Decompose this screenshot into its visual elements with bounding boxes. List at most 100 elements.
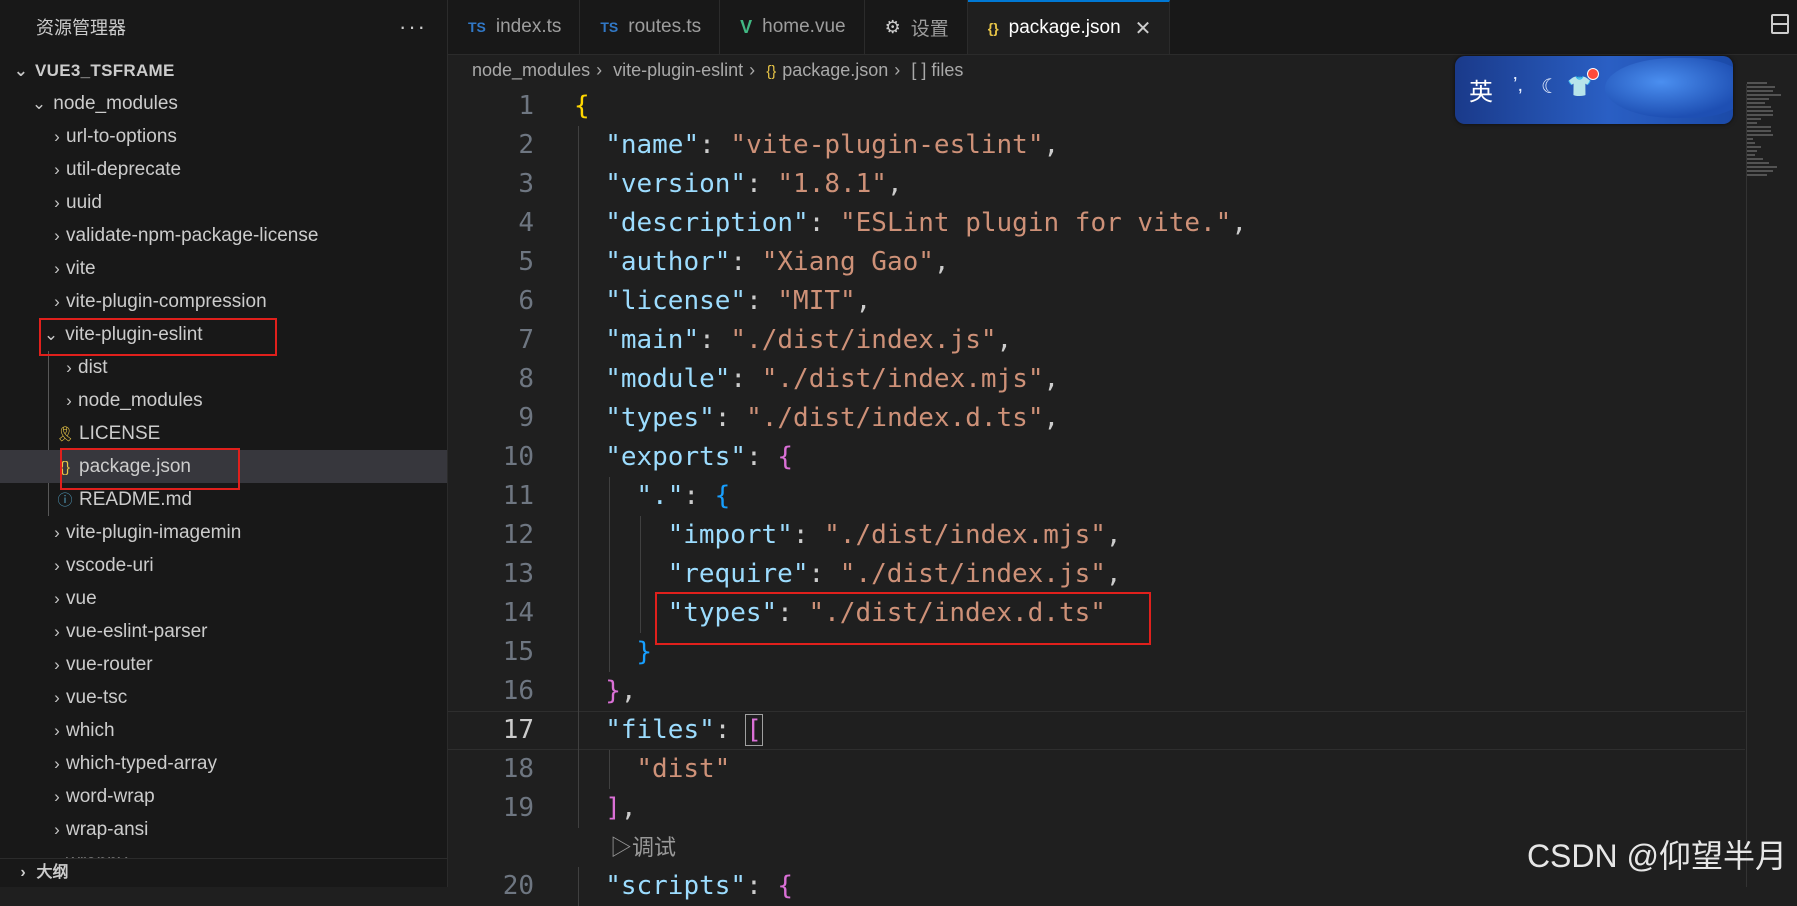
code-line[interactable]: 3 "version": "1.8.1", [448,165,1745,204]
tree-item-label: vite-plugin-eslint [65,324,203,345]
tree-folder-item[interactable]: › which [0,714,447,747]
tab-home-vue[interactable]: V home.vue [720,0,865,54]
line-number: 8 [518,364,534,394]
minimap-line [1747,146,1761,148]
indent-guide [640,555,642,594]
tree-file-item[interactable]: {} package.json [0,450,447,483]
json-key: "scripts" [605,871,747,901]
breadcrumb-item[interactable]: files [931,60,963,80]
tree-folder-item[interactable]: › vite-plugin-compression [0,285,447,318]
json-string: "Xiang Gao" [761,247,934,277]
moon-icon[interactable]: ☾ [1541,74,1559,99]
code-line[interactable]: 5 "author": "Xiang Gao", [448,243,1745,282]
tree-folder-item[interactable]: › url-to-options [0,120,447,153]
minimap-line [1747,106,1771,108]
tree-folder-item[interactable]: › vue-eslint-parser [0,615,447,648]
tree-folder-item[interactable]: › vue-tsc [0,681,447,714]
tab-index-ts[interactable]: TS index.ts [448,0,581,54]
bracket-token: { [777,442,794,472]
tree-folder-item[interactable]: › vue-router [0,648,447,681]
tree-file-item[interactable]: ⓘ README.md [0,483,447,516]
file-tree: ⌄ VUE3_TSFRAME ⌄ node_modules › url-to-op… [0,54,447,879]
code-line[interactable]: 10 "exports": { [448,438,1745,477]
code-line[interactable]: 17 "files": [ [448,711,1745,750]
breadcrumb-item[interactable]: vite-plugin-eslint [613,60,743,80]
json-string: "./dist/index.js" [730,325,997,355]
tree-folder-item[interactable]: › vscode-uri [0,549,447,582]
tree-folder-item[interactable]: › vue [0,582,447,615]
tree-folder-node-modules[interactable]: ⌄ node_modules [0,87,447,120]
code-line[interactable]: 13 "require": "./dist/index.js", [448,555,1745,594]
minimap-line [1747,154,1755,156]
vue-icon: V [740,16,753,37]
line-number: 13 [502,559,534,589]
line-number: 6 [518,286,534,316]
code-line[interactable]: 11 ".": { [448,477,1745,516]
code-line[interactable]: 12 "import": "./dist/index.mjs", [448,516,1745,555]
chevron-right-icon: › [54,523,60,542]
close-icon[interactable]: ✕ [1135,16,1152,41]
tree-folder-item[interactable]: › wrap-ansi [0,813,447,846]
code-line[interactable]: 16}, [448,672,1745,711]
tree-folder-item[interactable]: › vite-plugin-imagemin [0,516,447,549]
more-actions-icon[interactable]: ··· [399,14,427,40]
code-line[interactable]: 2 "name": "vite-plugin-eslint", [448,126,1745,165]
split-editor-icon[interactable] [1771,14,1789,34]
json-key: "version" [605,169,747,199]
tree-item-label: vite-plugin-compression [66,291,267,312]
ime-toolbar[interactable]: 英 ’, ☾ 👕 [1455,56,1733,124]
code-line[interactable]: 18 "dist" [448,750,1745,789]
code-text: "description": "ESLint plugin for vite."… [605,204,1247,243]
punctuation-icon[interactable]: ’, [1513,74,1523,97]
tree-folder-item[interactable]: › vite [0,252,447,285]
indent-guide [578,126,579,165]
tree-folder-item[interactable]: › which-typed-array [0,747,447,780]
code-line[interactable]: 14 "types": "./dist/index.d.ts" [448,594,1745,633]
minimap-line [1747,134,1773,136]
line-number: 2 [518,130,534,160]
tree-folder-item[interactable]: › node_modules [0,384,447,417]
chevron-right-icon: › [20,864,26,881]
json-key: "require" [667,559,809,589]
tree-folder-item[interactable]: › uuid [0,186,447,219]
line-number: 9 [518,403,534,433]
breadcrumb-item[interactable]: node_modules [472,60,590,80]
code-line[interactable]: 8 "module": "./dist/index.mjs", [448,360,1745,399]
code-editor[interactable]: 1 {2 "name": "vite-plugin-eslint", 3 "versio… [448,87,1745,906]
code-line[interactable]: 6 "license": "MIT", [448,282,1745,321]
explorer-title: 资源管理器 [36,18,126,38]
tab-label: package.json [1008,17,1121,38]
tree-folder-item[interactable]: › validate-npm-package-license [0,219,447,252]
code-line[interactable]: 4 "description": "ESLint plugin for vite.… [448,204,1745,243]
chevron-right-icon: › [54,127,60,146]
tree-folder-item[interactable]: › dist [0,351,447,384]
tab-routes-ts[interactable]: TS routes.ts [580,0,721,54]
chevron-right-icon: › [54,721,60,740]
tab-settings[interactable]: ⚙ 设置 [865,0,968,54]
code-line[interactable]: 7 "main": "./dist/index.js", [448,321,1745,360]
minimap-line [1747,158,1763,160]
debug-codelens[interactable]: ▷调试 [610,828,676,867]
code-line[interactable]: 9 "types": "./dist/index.d.ts", [448,399,1745,438]
tree-file-item[interactable]: 🎗 LICENSE [0,417,447,450]
punctuation-token: : [683,481,715,511]
minimap[interactable] [1747,80,1785,220]
json-string: "./dist/index.d.ts" [746,403,1044,433]
json-key: "exports" [605,442,747,472]
tree-folder-vite-plugin-eslint[interactable]: ⌄ vite-plugin-eslint [0,318,447,351]
ime-language-label[interactable]: 英 [1469,72,1493,107]
json-string: "./dist/index.d.ts" [808,598,1106,628]
json-string: "MIT" [777,286,856,316]
indent-guide [578,594,579,633]
whale-decoration [1605,58,1733,118]
explorer-header: 资源管理器 ··· [0,0,447,54]
outline-section-header[interactable]: › 大纲 [0,858,447,887]
tree-folder-item[interactable]: › util-deprecate [0,153,447,186]
code-line[interactable]: 15} [448,633,1745,672]
tree-folder-item[interactable]: › word-wrap [0,780,447,813]
tab-package-json[interactable]: {} package.json ✕ [967,0,1171,54]
code-line[interactable]: 19], [448,789,1745,828]
tree-root-folder[interactable]: ⌄ VUE3_TSFRAME [0,54,447,87]
breadcrumb-item[interactable]: package.json [782,60,888,80]
minimap-line [1747,174,1767,176]
